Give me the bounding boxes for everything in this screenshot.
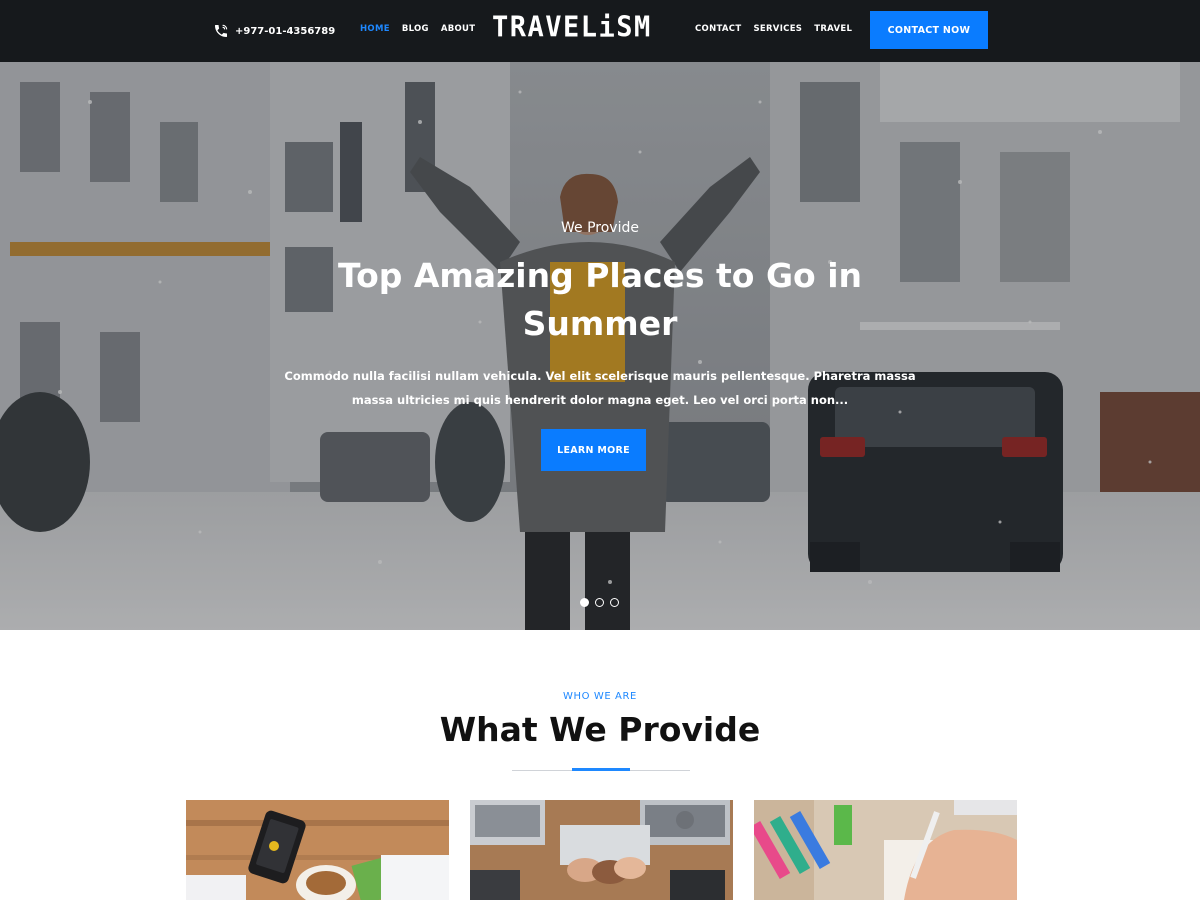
hero-content: We Provide Top Amazing Places to Go in S… [0,62,1200,630]
slider-dot-3[interactable] [610,598,619,607]
slider-dots [580,598,619,607]
hero-eyebrow: We Provide [561,220,639,236]
nav-left: HOME BLOG ABOUT [360,22,475,36]
learn-more-button[interactable]: LEARN MORE [541,429,646,471]
service-card-image-1[interactable] [186,800,449,900]
section-eyebrow: WHO WE ARE [563,691,637,702]
phone-number: +977-01-4356789 [235,25,336,37]
nav-item-home[interactable]: HOME [360,22,390,36]
nav-item-travel[interactable]: TRAVEL [814,22,852,36]
desk-phone-coffee-image [186,800,449,900]
contact-now-button[interactable]: CONTACT NOW [870,11,988,49]
service-card-image-3[interactable] [754,800,1017,900]
slider-dot-1[interactable] [580,598,589,607]
site-header: +977-01-4356789 HOME BLOG ABOUT TRAVELiS… [0,0,1200,62]
team-hands-laptops-image [470,800,733,900]
nav-item-about[interactable]: ABOUT [441,22,475,36]
hero-slider: We Provide Top Amazing Places to Go in S… [0,62,1200,630]
phone-icon [215,24,228,37]
nav-right: CONTACT SERVICES TRAVEL [695,22,852,36]
slider-dot-2[interactable] [595,598,604,607]
section-title: What We Provide [439,710,761,749]
header-phone[interactable]: +977-01-4356789 [213,21,335,41]
hero-title: Top Amazing Places to Go in Summer [337,256,863,343]
hero-description: Commodo nulla facilisi nullam vehicula. … [284,369,916,407]
section-divider-accent [572,768,630,771]
service-card-image-2[interactable] [470,800,733,900]
site-logo[interactable]: TRAVELiSM [492,11,652,47]
nav-item-services[interactable]: SERVICES [753,22,802,36]
nav-item-contact[interactable]: CONTACT [695,22,741,36]
writing-markers-image [754,800,1017,900]
nav-item-blog[interactable]: BLOG [402,22,429,36]
